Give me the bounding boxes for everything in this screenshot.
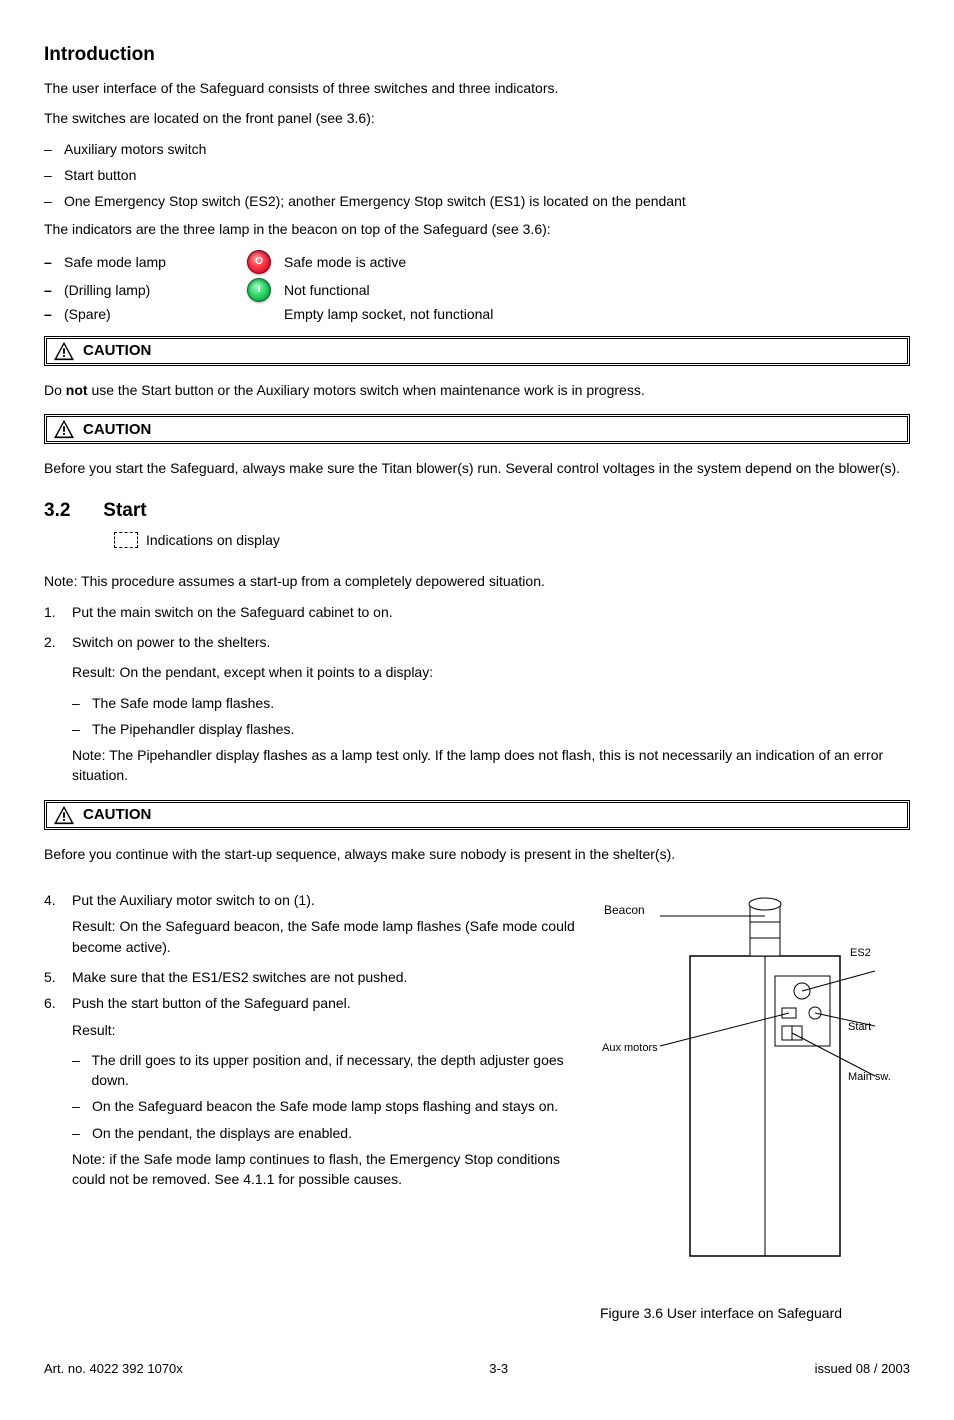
step-result-list: –The drill goes to its upper position an… bbox=[72, 1050, 580, 1143]
dashed-frame-icon bbox=[114, 532, 138, 548]
start-step: 1.Put the main switch on the Safeguard c… bbox=[44, 602, 910, 622]
warning-triangle-icon bbox=[53, 341, 75, 361]
fig-label-start: Start bbox=[848, 1021, 871, 1033]
lamp-label: (Drilling lamp) bbox=[64, 282, 234, 298]
fig-label-beacon: Beacon bbox=[604, 903, 645, 917]
display-indication-legend: Indications on display bbox=[114, 532, 280, 548]
start-result-list: –The Safe mode lamp flashes. –The Pipeha… bbox=[72, 693, 910, 740]
footer-issued: issued 08 / 2003 bbox=[815, 1361, 910, 1376]
section-number: 3.2 bbox=[44, 500, 98, 522]
caution-body: Do not use the Start button or the Auxil… bbox=[44, 380, 910, 400]
fig-label-estop: ES2 bbox=[850, 947, 871, 959]
start-result-note: Note: The Pipehandler display flashes as… bbox=[72, 745, 910, 786]
figure-column: Beacon ES2 Aux motors Start Main sw. Fig… bbox=[600, 876, 910, 1321]
lamp-desc: Empty lamp socket, not functional bbox=[284, 306, 904, 322]
steps-and-figure: 4.Put the Auxiliary motor switch to on (… bbox=[44, 876, 910, 1321]
step-result-lead: Result: bbox=[72, 1020, 580, 1040]
page: Introduction The user interface of the S… bbox=[0, 0, 954, 1420]
section-title: Start bbox=[103, 500, 146, 521]
warning-triangle-icon bbox=[53, 419, 75, 439]
switch-list: –Auxiliary motors switch –Start button –… bbox=[44, 139, 910, 212]
caution-box: CAUTION bbox=[44, 336, 910, 366]
safe-mode-lamp-icon: O bbox=[247, 250, 271, 274]
start-step: 2.Switch on power to the shelters. bbox=[44, 632, 910, 652]
footer-pagenum: 3-3 bbox=[489, 1361, 508, 1376]
step-note: Note: if the Safe mode lamp continues to… bbox=[72, 1149, 580, 1190]
step-result: Result: On the Safeguard beacon, the Saf… bbox=[72, 916, 580, 957]
drilling-lamp-icon: I bbox=[247, 278, 271, 302]
safeguard-figure-icon: Beacon ES2 Aux motors Start Main sw. bbox=[600, 876, 910, 1296]
fig-label-main: Main sw. bbox=[848, 1071, 891, 1083]
indicators-paragraph: The indicators are the three lamp in the… bbox=[44, 219, 910, 239]
intro-heading: Introduction bbox=[44, 44, 910, 66]
lamp-label: Safe mode lamp bbox=[64, 254, 234, 270]
fig-label-aux: Aux motors bbox=[602, 1042, 658, 1054]
figure-caption: Figure 3.6 User interface on Safeguard bbox=[600, 1305, 910, 1321]
start-step: 4.Put the Auxiliary motor switch to on (… bbox=[44, 890, 580, 910]
start-result-lead: Result: On the pendant, except when it p… bbox=[72, 662, 910, 682]
caution-title: CAUTION bbox=[83, 342, 151, 359]
caution-title: CAUTION bbox=[83, 421, 151, 438]
lamp-label: (Spare) bbox=[64, 306, 234, 322]
start-step: 6.Push the start button of the Safeguard… bbox=[44, 993, 580, 1013]
lamp-row: – Safe mode lamp O Safe mode is active bbox=[44, 250, 910, 274]
switch-item: Start button bbox=[64, 165, 136, 185]
lamp-row: – (Drilling lamp) I Not functional bbox=[44, 278, 910, 302]
warning-triangle-icon bbox=[53, 805, 75, 825]
start-note: Note: This procedure assumes a start-up … bbox=[44, 571, 910, 591]
footer-artno: Art. no. 4022 392 1070x bbox=[44, 1361, 183, 1376]
intro-ui-p1: The user interface of the Safeguard cons… bbox=[44, 78, 910, 98]
switch-item: Auxiliary motors switch bbox=[64, 139, 206, 159]
lamp-desc: Not functional bbox=[284, 282, 904, 298]
lamp-desc: Safe mode is active bbox=[284, 254, 904, 270]
page-footer: Art. no. 4022 392 1070x 3-3 issued 08 / … bbox=[44, 1361, 910, 1376]
start-step: 5.Make sure that the ES1/ES2 switches ar… bbox=[44, 967, 580, 987]
switch-item: One Emergency Stop switch (ES2); another… bbox=[64, 191, 686, 211]
caution-body: Before you start the Safeguard, always m… bbox=[44, 458, 910, 478]
lamp-row: – (Spare) Empty lamp socket, not functio… bbox=[44, 306, 910, 322]
caution-box: CAUTION bbox=[44, 414, 910, 444]
caution-title: CAUTION bbox=[83, 806, 151, 823]
steps-column: 4.Put the Auxiliary motor switch to on (… bbox=[44, 890, 580, 1321]
section-heading: 3.2 Start bbox=[44, 500, 910, 522]
caution-box: CAUTION bbox=[44, 800, 910, 830]
caution-body: Before you continue with the start-up se… bbox=[44, 844, 910, 864]
intro-ui-p2: The switches are located on the front pa… bbox=[44, 108, 910, 128]
